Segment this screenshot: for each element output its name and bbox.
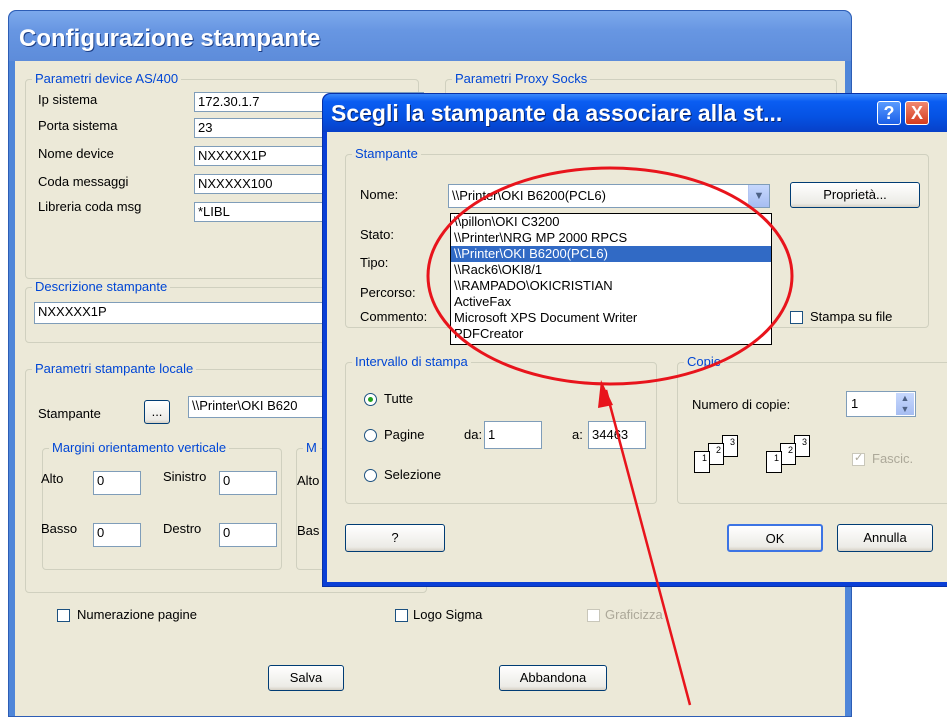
annotation-arrow-line [604,389,692,706]
annotation-ellipse [426,166,794,386]
annotation-overlay [426,166,794,706]
